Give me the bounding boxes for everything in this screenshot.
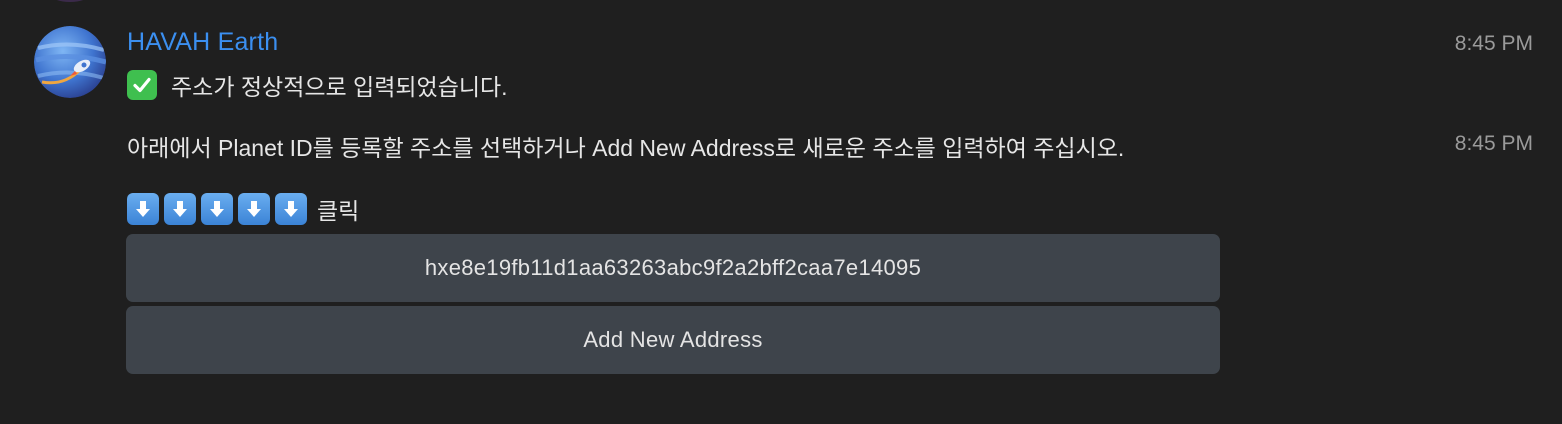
planet-icon <box>34 26 106 98</box>
down-arrow-icon <box>127 193 159 225</box>
message-text: 주소가 정상적으로 입력되었습니다. <box>171 74 508 100</box>
select-address-button[interactable]: hxe8e19fb11d1aa63263abc9f2a2bff2caa7e140… <box>126 234 1220 302</box>
sender-avatar[interactable] <box>34 26 106 98</box>
down-arrow-icon <box>201 193 233 225</box>
message-text: 아래에서 Planet ID를 등록할 주소를 선택하거나 Add New Ad… <box>127 135 1125 161</box>
check-mark-icon <box>127 70 157 100</box>
message-line: 클릭 <box>127 192 359 226</box>
down-arrow-icon <box>275 193 307 225</box>
message-timestamp: 8:45 PM <box>1454 132 1533 155</box>
sender-name[interactable]: HAVAH Earth <box>127 28 278 57</box>
add-new-address-button[interactable]: Add New Address <box>126 306 1220 374</box>
message-line: 주소가 정상적으로 입력되었습니다. <box>127 68 508 102</box>
down-arrow-icon <box>164 193 196 225</box>
chat-view: HAVAH Earth 8:45 PM 주소가 정상적으로 입력되었습니다. 아… <box>0 0 1562 424</box>
previous-avatar <box>50 0 90 2</box>
message-timestamp: 8:45 PM <box>1454 32 1533 55</box>
down-arrow-icon <box>238 193 270 225</box>
click-label: 클릭 <box>317 198 360 224</box>
